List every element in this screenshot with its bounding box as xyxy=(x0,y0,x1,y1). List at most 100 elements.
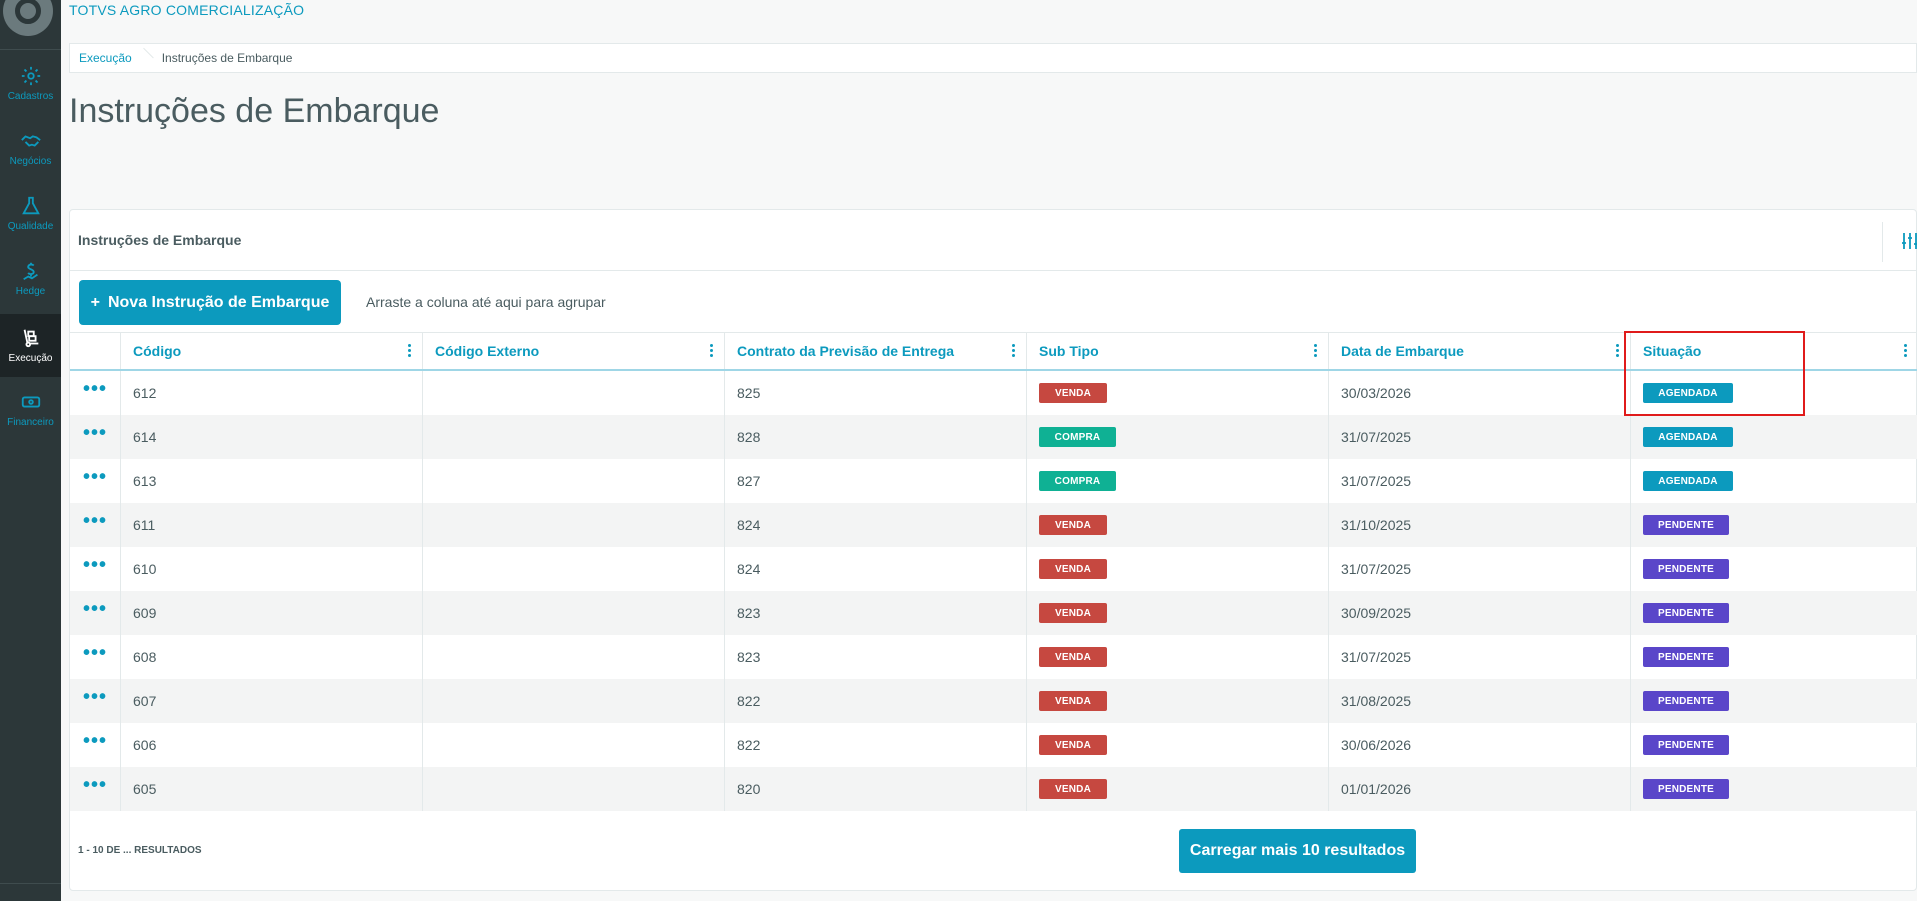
cell-codigo-externo xyxy=(423,503,725,547)
column-menu-icon[interactable] xyxy=(408,344,412,358)
gear-icon xyxy=(21,66,40,86)
column-menu-icon[interactable] xyxy=(1012,344,1016,358)
cell-codigo-externo xyxy=(423,591,725,635)
sidebar-item-label: Financeiro xyxy=(7,417,54,428)
more-actions-icon[interactable]: ••• xyxy=(83,511,107,531)
cell-codigo-externo xyxy=(423,723,725,767)
cell-sub-tipo: VENDA xyxy=(1027,679,1329,723)
more-actions-icon[interactable]: ••• xyxy=(83,379,107,399)
table-row[interactable]: ••• 608 823 VENDA 31/07/2025 PENDENTE xyxy=(70,635,1917,679)
more-actions-icon[interactable]: ••• xyxy=(83,555,107,575)
status-badge: AGENDADA xyxy=(1643,427,1733,447)
breadcrumb-current: Instruções de Embarque xyxy=(161,51,293,65)
breadcrumb: Execução Instruções de Embarque xyxy=(69,43,1917,73)
cell-situacao: AGENDADA xyxy=(1631,415,1917,459)
table-row[interactable]: ••• 610 824 VENDA 31/07/2025 PENDENTE xyxy=(70,547,1917,591)
money-icon xyxy=(21,396,40,408)
sub-tipo-badge: VENDA xyxy=(1039,559,1107,579)
load-more-button[interactable]: Carregar mais 10 resultados xyxy=(1179,829,1416,873)
cell-contrato: 828 xyxy=(725,415,1027,459)
more-actions-icon[interactable]: ••• xyxy=(83,731,107,751)
status-badge: AGENDADA xyxy=(1643,471,1733,491)
table-row[interactable]: ••• 611 824 VENDA 31/10/2025 PENDENTE xyxy=(70,503,1917,547)
more-actions-icon[interactable]: ••• xyxy=(83,775,107,795)
column-header-codigo[interactable]: Código xyxy=(121,333,423,369)
sub-tipo-badge: COMPRA xyxy=(1039,471,1116,491)
status-badge: AGENDADA xyxy=(1643,383,1733,403)
sidebar-item-execucao[interactable]: Execução xyxy=(0,314,61,377)
cell-situacao: AGENDADA xyxy=(1631,371,1917,415)
row-actions-cell: ••• xyxy=(70,415,121,459)
column-header-codigo-externo[interactable]: Código Externo xyxy=(423,333,725,369)
column-header-label: Data de Embarque xyxy=(1341,343,1464,359)
cell-contrato: 824 xyxy=(725,503,1027,547)
more-actions-icon[interactable]: ••• xyxy=(83,643,107,663)
sub-tipo-badge: VENDA xyxy=(1039,515,1107,535)
column-header-situacao[interactable]: Situação xyxy=(1631,333,1917,369)
cell-codigo-externo xyxy=(423,459,725,503)
row-actions-cell: ••• xyxy=(70,371,121,415)
column-header-label: Sub Tipo xyxy=(1039,343,1099,359)
cell-data-embarque: 30/03/2026 xyxy=(1329,371,1631,415)
cell-codigo-externo xyxy=(423,679,725,723)
page-title: Instruções de Embarque xyxy=(69,92,440,130)
table-row[interactable]: ••• 605 820 VENDA 01/01/2026 PENDENTE xyxy=(70,767,1917,811)
cell-data-embarque: 31/07/2025 xyxy=(1329,547,1631,591)
table-row[interactable]: ••• 607 822 VENDA 31/08/2025 PENDENTE xyxy=(70,679,1917,723)
cell-data-embarque: 31/07/2025 xyxy=(1329,415,1631,459)
column-menu-icon[interactable] xyxy=(710,344,714,358)
sidebar-item-qualidade[interactable]: Qualidade xyxy=(0,182,61,245)
sub-tipo-badge: VENDA xyxy=(1039,735,1107,755)
table-row[interactable]: ••• 606 822 VENDA 30/06/2026 PENDENTE xyxy=(70,723,1917,767)
dollar-chart-icon xyxy=(22,262,38,281)
cell-situacao: PENDENTE xyxy=(1631,679,1917,723)
column-header-data-embarque[interactable]: Data de Embarque xyxy=(1329,333,1631,369)
sidebar-item-financeiro[interactable]: Financeiro xyxy=(0,378,61,441)
totvs-logo-icon[interactable] xyxy=(3,0,53,36)
status-badge: PENDENTE xyxy=(1643,603,1729,623)
cell-sub-tipo: VENDA xyxy=(1027,503,1329,547)
sub-tipo-badge: VENDA xyxy=(1039,647,1107,667)
table-row[interactable]: ••• 612 825 VENDA 30/03/2026 AGENDADA xyxy=(70,371,1917,415)
cell-situacao: AGENDADA xyxy=(1631,459,1917,503)
column-header-contrato[interactable]: Contrato da Previsão de Entrega xyxy=(725,333,1027,369)
cell-contrato: 822 xyxy=(725,679,1027,723)
cell-data-embarque: 31/07/2025 xyxy=(1329,459,1631,503)
cell-contrato: 827 xyxy=(725,459,1027,503)
cell-codigo-externo xyxy=(423,371,725,415)
cell-codigo-externo xyxy=(423,415,725,459)
sidebar-item-negocios[interactable]: Negócios xyxy=(0,117,61,180)
instructions-card: Instruções de Embarque + Nova Instrução … xyxy=(69,209,1917,891)
filter-settings-icon[interactable] xyxy=(1900,231,1917,251)
sub-tipo-badge: VENDA xyxy=(1039,779,1107,799)
column-menu-icon[interactable] xyxy=(1616,344,1620,358)
cell-codigo: 607 xyxy=(121,679,423,723)
column-menu-icon[interactable] xyxy=(1314,344,1318,358)
breadcrumb-link-execucao[interactable]: Execução xyxy=(79,51,132,65)
new-instruction-button[interactable]: + Nova Instrução de Embarque xyxy=(79,280,341,325)
more-actions-icon[interactable]: ••• xyxy=(83,467,107,487)
table-row[interactable]: ••• 614 828 COMPRA 31/07/2025 AGENDADA xyxy=(70,415,1917,459)
header-divider xyxy=(1882,222,1883,262)
more-actions-icon[interactable]: ••• xyxy=(83,599,107,619)
results-count: 1 - 10 DE ... RESULTADOS xyxy=(78,845,202,856)
group-drop-zone[interactable]: Arraste a coluna até aqui para agrupar xyxy=(366,294,606,310)
sidebar-divider xyxy=(0,49,61,50)
flask-icon xyxy=(21,196,40,215)
table-row[interactable]: ••• 609 823 VENDA 30/09/2025 PENDENTE xyxy=(70,591,1917,635)
table-row[interactable]: ••• 613 827 COMPRA 31/07/2025 AGENDADA xyxy=(70,459,1917,503)
cell-codigo-externo xyxy=(423,767,725,811)
sub-tipo-badge: VENDA xyxy=(1039,603,1107,623)
cell-contrato: 820 xyxy=(725,767,1027,811)
cell-codigo: 613 xyxy=(121,459,423,503)
sidebar-item-hedge[interactable]: Hedge xyxy=(0,247,61,310)
sidebar-item-cadastros[interactable]: Cadastros xyxy=(0,52,61,115)
status-badge: PENDENTE xyxy=(1643,779,1729,799)
more-actions-icon[interactable]: ••• xyxy=(83,423,107,443)
column-header-sub-tipo[interactable]: Sub Tipo xyxy=(1027,333,1329,369)
row-actions-cell: ••• xyxy=(70,723,121,767)
cell-situacao: PENDENTE xyxy=(1631,591,1917,635)
cell-data-embarque: 30/09/2025 xyxy=(1329,591,1631,635)
more-actions-icon[interactable]: ••• xyxy=(83,687,107,707)
column-menu-icon[interactable] xyxy=(1904,344,1908,358)
